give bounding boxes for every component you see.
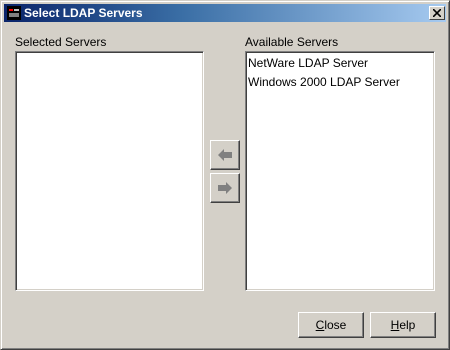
help-button[interactable]: Help: [370, 312, 436, 338]
close-button[interactable]: Close: [298, 312, 364, 338]
close-icon: [433, 9, 441, 17]
remove-server-button[interactable]: [210, 140, 240, 170]
window-title: Select LDAP Servers: [24, 6, 143, 20]
select-ldap-servers-dialog: Select LDAP Servers Selected Servers Ava…: [0, 0, 450, 350]
close-button-label: Close: [315, 318, 347, 332]
available-servers-list[interactable]: NetWare LDAP Server Windows 2000 LDAP Se…: [245, 51, 435, 291]
window-close-button[interactable]: [429, 6, 445, 20]
selected-servers-list[interactable]: [15, 51, 204, 291]
arrow-right-icon: [218, 182, 232, 194]
app-icon: [7, 6, 21, 20]
title-bar[interactable]: Select LDAP Servers: [4, 4, 446, 22]
selected-servers-label: Selected Servers: [15, 35, 107, 49]
arrow-left-icon: [218, 149, 232, 161]
help-button-label: Help: [390, 318, 416, 332]
list-item-netware-ldap-server[interactable]: NetWare LDAP Server: [248, 54, 368, 72]
list-item-windows-2000-ldap-server[interactable]: Windows 2000 LDAP Server: [248, 73, 400, 91]
add-server-button[interactable]: [210, 173, 240, 203]
available-servers-label: Available Servers: [245, 35, 339, 49]
